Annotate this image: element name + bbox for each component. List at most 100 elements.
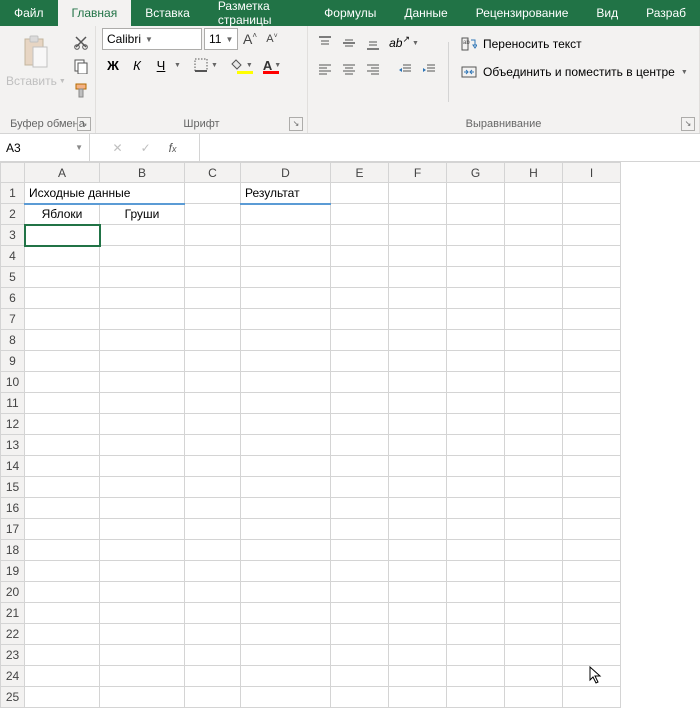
cell[interactable] [389,666,447,687]
cell[interactable] [389,414,447,435]
column-header[interactable]: H [505,163,563,183]
cell[interactable] [447,645,505,666]
font-size-select[interactable]: 11▼ [204,28,238,50]
cell[interactable] [185,246,241,267]
cell[interactable] [389,519,447,540]
cell[interactable] [447,351,505,372]
cell[interactable] [389,645,447,666]
cell[interactable] [100,393,185,414]
column-header[interactable]: B [100,163,185,183]
cell[interactable] [447,372,505,393]
cell[interactable] [389,687,447,708]
cell[interactable] [100,582,185,603]
cell[interactable]: Груши [100,204,185,225]
tab-developer[interactable]: Разраб [632,0,700,26]
cell[interactable] [447,540,505,561]
cell[interactable] [389,435,447,456]
cell[interactable] [241,393,331,414]
cell[interactable] [563,582,621,603]
cell[interactable] [25,519,100,540]
cell[interactable] [505,246,563,267]
cell[interactable] [331,603,389,624]
row-header[interactable]: 3 [1,225,25,246]
cell[interactable] [331,393,389,414]
cell[interactable] [25,393,100,414]
row-header[interactable]: 10 [1,372,25,393]
column-header[interactable]: A [25,163,100,183]
cell[interactable] [505,309,563,330]
column-header[interactable]: G [447,163,505,183]
cell[interactable] [185,351,241,372]
cell[interactable] [389,351,447,372]
column-header[interactable]: I [563,163,621,183]
cell[interactable] [331,519,389,540]
cell[interactable] [241,603,331,624]
cell[interactable] [447,456,505,477]
cell[interactable]: Исходные данные [25,183,185,204]
cell[interactable] [241,519,331,540]
cell[interactable] [241,582,331,603]
cell[interactable] [563,183,621,204]
row-header[interactable]: 5 [1,267,25,288]
cell[interactable] [389,246,447,267]
cell[interactable] [185,435,241,456]
cell[interactable] [25,435,100,456]
cell[interactable] [505,561,563,582]
cell[interactable] [505,414,563,435]
cell[interactable] [447,309,505,330]
cell[interactable] [563,204,621,225]
tab-home[interactable]: Главная [58,0,132,26]
row-header[interactable]: 9 [1,351,25,372]
cell[interactable] [505,540,563,561]
cell[interactable] [389,288,447,309]
cell[interactable] [331,582,389,603]
cell[interactable] [563,435,621,456]
cell[interactable] [331,540,389,561]
cell[interactable] [241,540,331,561]
cell[interactable] [25,666,100,687]
row-header[interactable]: 17 [1,519,25,540]
cell[interactable] [185,540,241,561]
font-launcher[interactable]: ↘ [289,117,303,131]
cell[interactable] [505,519,563,540]
cell[interactable] [389,225,447,246]
cell[interactable] [563,477,621,498]
cell[interactable] [25,540,100,561]
row-header[interactable]: 6 [1,288,25,309]
cell[interactable] [505,330,563,351]
cell[interactable] [505,351,563,372]
cell[interactable] [331,204,389,225]
cell[interactable] [100,687,185,708]
row-header[interactable]: 13 [1,435,25,456]
cell[interactable] [25,624,100,645]
cell[interactable] [563,267,621,288]
cell[interactable] [563,624,621,645]
cell[interactable] [447,582,505,603]
cell[interactable] [331,225,389,246]
cell[interactable] [100,309,185,330]
cell[interactable] [100,645,185,666]
cut-button[interactable] [70,32,92,52]
cell[interactable] [331,456,389,477]
row-header[interactable]: 2 [1,204,25,225]
cell[interactable] [331,645,389,666]
cell[interactable] [389,477,447,498]
cell[interactable] [505,687,563,708]
tab-data[interactable]: Данные [390,0,461,26]
cell[interactable] [100,477,185,498]
cell[interactable] [505,288,563,309]
cell[interactable] [563,288,621,309]
row-header[interactable]: 22 [1,624,25,645]
align-center-button[interactable] [338,58,360,80]
paste-label[interactable]: Вставить▼ [6,74,66,88]
cell[interactable] [241,666,331,687]
decrease-indent-button[interactable] [394,58,416,80]
cell[interactable] [505,267,563,288]
cell[interactable] [100,246,185,267]
name-box[interactable]: A3▼ [0,134,90,161]
cell[interactable] [25,351,100,372]
cell[interactable] [100,435,185,456]
cell[interactable] [389,330,447,351]
cell[interactable] [563,351,621,372]
cell[interactable] [241,561,331,582]
